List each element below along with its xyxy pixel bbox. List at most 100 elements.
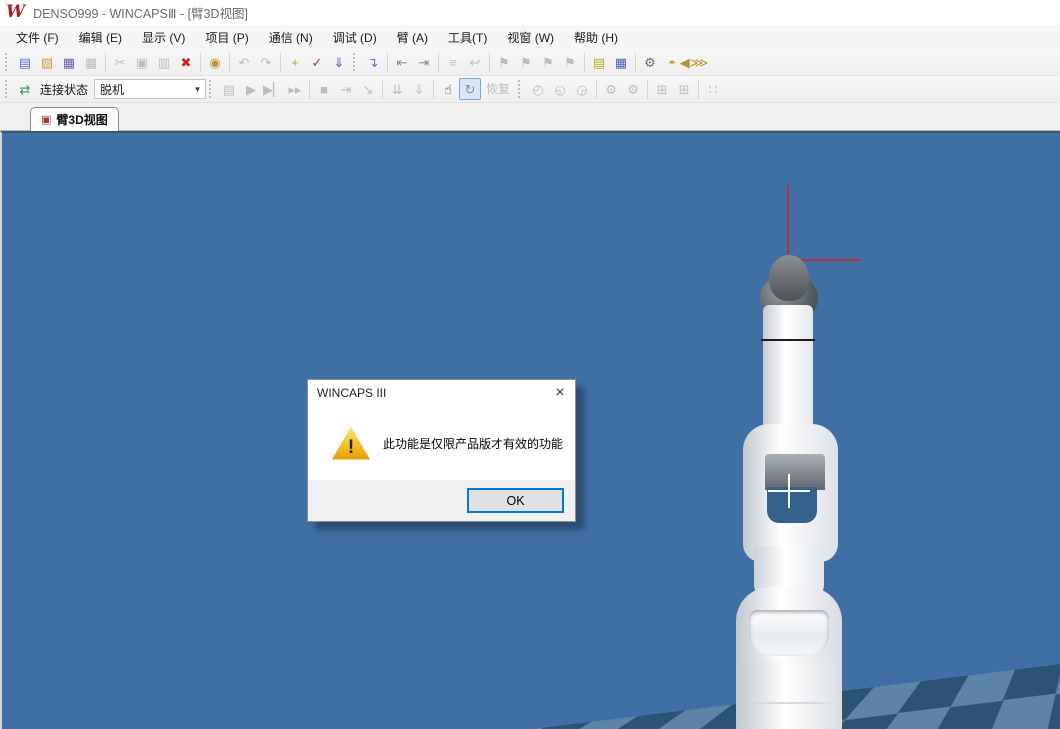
toolbar-grip[interactable] bbox=[5, 53, 9, 71]
tab-arm-3d-view[interactable]: ▣ 臂3D视图 bbox=[30, 107, 119, 131]
menu-comm[interactable]: 通信 (N) bbox=[259, 26, 323, 49]
dialog-body: 此功能是仅限产品版才有效的功能 bbox=[308, 406, 575, 480]
indent-icon[interactable]: ⇥ bbox=[413, 51, 435, 73]
delete-icon[interactable]: ✖ bbox=[175, 51, 197, 73]
variable-table-icon[interactable]: ▦ bbox=[610, 51, 632, 73]
breakpoint-disable-icon: ⚑ bbox=[537, 51, 559, 73]
menu-file[interactable]: 文件 (F) bbox=[6, 26, 69, 49]
robot-wrist-seam bbox=[761, 339, 815, 341]
robot-tool-flange bbox=[769, 255, 809, 301]
run-document-icon: ▤ bbox=[218, 78, 240, 100]
toolbar-separator bbox=[596, 80, 597, 99]
combobox-arrow-icon[interactable]: ▼ bbox=[190, 85, 205, 94]
insert-frame-icon[interactable]: ↴ bbox=[362, 51, 384, 73]
robot-arm-seam bbox=[744, 702, 834, 704]
title-bar: W DENSO999 - WINCAPSⅢ - [臂3D视图] bbox=[0, 0, 1060, 25]
warning-icon bbox=[332, 427, 370, 460]
document-tab-strip: ▣ 臂3D视图 bbox=[0, 103, 1060, 131]
dialog-footer: OK bbox=[308, 480, 575, 521]
build-transfer-icon[interactable]: ⇓ bbox=[328, 51, 350, 73]
breakpoint-clear-icon: ⚑ bbox=[559, 51, 581, 73]
toolbar-run: ▤▶▶▏▸▸■⇥↘⇊⇓☝↻恢复 bbox=[218, 78, 515, 100]
connect-icon[interactable]: ⇄ bbox=[14, 78, 36, 100]
tab-label: 臂3D视图 bbox=[56, 111, 107, 128]
toolbar-separator bbox=[635, 53, 636, 72]
toolbar-separator bbox=[698, 80, 699, 99]
run-to-end-icon: ▶▏ bbox=[262, 78, 284, 100]
dialog-title: WINCAPS III bbox=[317, 386, 545, 400]
menu-help[interactable]: 帮助 (H) bbox=[564, 26, 628, 49]
connect-status-value: 脱机 bbox=[95, 81, 190, 98]
new-project-icon[interactable]: ▤ bbox=[14, 51, 36, 73]
open-project-icon[interactable]: ▧ bbox=[36, 51, 58, 73]
align-back-icon: ↩ bbox=[464, 51, 486, 73]
cut-icon: ✂ bbox=[109, 51, 131, 73]
view-mode-toggle-icon[interactable]: ↻ bbox=[459, 78, 481, 100]
menu-project[interactable]: 项目 (P) bbox=[195, 26, 258, 49]
restore-button: 恢复 bbox=[481, 78, 515, 100]
redo-icon: ↷ bbox=[255, 51, 277, 73]
toolbar-grip[interactable] bbox=[518, 80, 522, 98]
sim-upload-icon: ◶ bbox=[571, 78, 593, 100]
window-title: DENSO999 - WINCAPSⅢ - [臂3D视图] bbox=[33, 3, 248, 22]
paste-icon: ▥ bbox=[153, 51, 175, 73]
menu-edit[interactable]: 编辑 (E) bbox=[69, 26, 132, 49]
stop-step-icon: ⇥ bbox=[335, 78, 357, 100]
syntax-check-icon[interactable]: ✓ bbox=[306, 51, 328, 73]
step-run-icon: ▸▸ bbox=[284, 78, 306, 100]
save-icon: ▦ bbox=[80, 51, 102, 73]
pan-hand-icon[interactable]: ☝ bbox=[437, 78, 459, 100]
sound-monitor-icon[interactable]: ◀⋙ bbox=[683, 51, 705, 73]
toolbar-connect: ⇄ bbox=[14, 78, 36, 100]
dialog-title-bar[interactable]: WINCAPS III × bbox=[308, 380, 575, 406]
undo-icon: ↶ bbox=[233, 51, 255, 73]
toolbar-separator bbox=[105, 53, 106, 72]
stop-cycle-icon: ↘ bbox=[357, 78, 379, 100]
toolbar-separator bbox=[200, 53, 201, 72]
robot-wrist-link bbox=[763, 305, 813, 435]
ok-button[interactable]: OK bbox=[467, 488, 564, 513]
search-icon[interactable]: ◉ bbox=[204, 51, 226, 73]
joint-marker-cross-horizontal bbox=[768, 490, 810, 492]
toolbar-simulation: ◴◵◶⚙⚙⊞⊞∷ bbox=[527, 78, 724, 100]
menu-arm[interactable]: 臂 (A) bbox=[387, 26, 438, 49]
sim-step-icon: ◵ bbox=[549, 78, 571, 100]
toolbar-separator bbox=[433, 80, 434, 99]
arm-operate-icon[interactable]: ⚙ bbox=[639, 51, 661, 73]
align-list-icon: ≡ bbox=[442, 51, 464, 73]
arm-config-icon: ⚙ bbox=[600, 78, 622, 100]
dialog-message: 此功能是仅限产品版才有效的功能 bbox=[383, 435, 563, 452]
pause-icon: ⇊ bbox=[386, 78, 408, 100]
toolbar-separator bbox=[647, 80, 648, 99]
toolbar-separator bbox=[309, 80, 310, 99]
app-logo-icon: W bbox=[6, 4, 25, 21]
toolbar-grip[interactable] bbox=[209, 80, 213, 98]
toolbar-row-standard: ▤▧▦▦✂▣▥✖◉↶↷+✓⇓ ↴⇤⇥≡↩⚑⚑⚑⚑▤▦⚙◓◀⋙ bbox=[0, 49, 1060, 76]
log-note-icon[interactable]: ▤ bbox=[588, 51, 610, 73]
pause-all-icon: ⇓ bbox=[408, 78, 430, 100]
stop-icon: ■ bbox=[313, 78, 335, 100]
menu-view[interactable]: 显示 (V) bbox=[132, 26, 195, 49]
outdent-icon[interactable]: ⇤ bbox=[391, 51, 413, 73]
toolbar-separator bbox=[387, 53, 388, 72]
robot-elbow-joint-cylinder bbox=[749, 610, 829, 656]
connect-status-combobox[interactable]: 脱机 ▼ bbox=[94, 79, 206, 99]
toolbar-grip[interactable] bbox=[5, 80, 9, 98]
toolbar-grip[interactable] bbox=[353, 53, 357, 71]
toolbar-separator bbox=[229, 53, 230, 72]
menu-tools[interactable]: 工具(T) bbox=[438, 26, 497, 49]
app-window: W DENSO999 - WINCAPSⅢ - [臂3D视图] 文件 (F)编辑… bbox=[0, 0, 1060, 729]
toolbar-separator bbox=[438, 53, 439, 72]
save-all-icon[interactable]: ▦ bbox=[58, 51, 80, 73]
menu-debug[interactable]: 调试 (D) bbox=[323, 26, 387, 49]
toolbar-separator bbox=[489, 53, 490, 72]
add-item-icon[interactable]: + bbox=[284, 51, 306, 73]
toolbar-standard: ▤▧▦▦✂▣▥✖◉↶↷+✓⇓ bbox=[14, 51, 350, 73]
robot-wrist-joint-cylinder bbox=[765, 454, 825, 490]
toolbar-separator bbox=[584, 53, 585, 72]
layout-window2-icon: ⊞ bbox=[673, 78, 695, 100]
menu-window[interactable]: 视窗 (W) bbox=[497, 26, 564, 49]
dialog-close-icon[interactable]: × bbox=[545, 380, 575, 406]
toolbar-separator bbox=[382, 80, 383, 99]
arm-3d-viewport[interactable]: WINCAPS III × 此功能是仅限产品版才有效的功能 OK bbox=[0, 131, 1060, 729]
